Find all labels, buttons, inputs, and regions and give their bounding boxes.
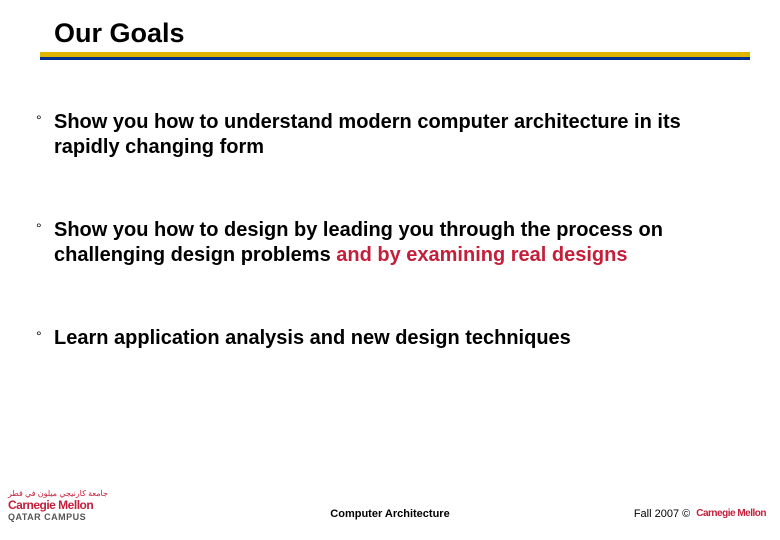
footer-center-text: Computer Architecture (330, 508, 449, 520)
footer-right: Fall 2007 © Carnegie Mellon (634, 508, 766, 520)
logo-carnegie-mellon: Carnegie Mellon (8, 498, 108, 512)
bullet-marker: ° (36, 218, 54, 268)
slide: Our Goals ° Show you how to understand m… (0, 0, 780, 540)
bullet-text: Show you how to design by leading you th… (54, 218, 750, 268)
logo-arabic-text: جامعة كارنيجي ميلون في قطر (8, 489, 108, 498)
title-underline-blue (40, 57, 750, 60)
content-area: ° Show you how to understand modern comp… (36, 110, 750, 409)
logo-left: جامعة كارنيجي ميلون في قطر Carnegie Mell… (8, 489, 108, 522)
footer: جامعة كارنيجي ميلون في قطر Carnegie Mell… (0, 486, 780, 530)
bullet-item: ° Show you how to design by leading you … (36, 218, 750, 268)
logo-qatar-campus: QATAR CAMPUS (8, 512, 108, 522)
bullet-item: ° Show you how to understand modern comp… (36, 110, 750, 160)
bullet-text-highlight: and by examining real designs (336, 244, 627, 266)
slide-title: Our Goals (54, 18, 750, 55)
bullet-text: Show you how to understand modern comput… (54, 110, 750, 160)
bullet-text: Learn application analysis and new desig… (54, 326, 571, 351)
bullet-marker: ° (36, 326, 54, 351)
logo-right-cm: Carnegie Mellon (696, 509, 766, 519)
footer-term: Fall 2007 © (634, 508, 690, 520)
logo-right: Carnegie Mellon (696, 509, 766, 519)
bullet-item: ° Learn application analysis and new des… (36, 326, 750, 351)
bullet-marker: ° (36, 110, 54, 160)
title-block: Our Goals (54, 18, 750, 55)
